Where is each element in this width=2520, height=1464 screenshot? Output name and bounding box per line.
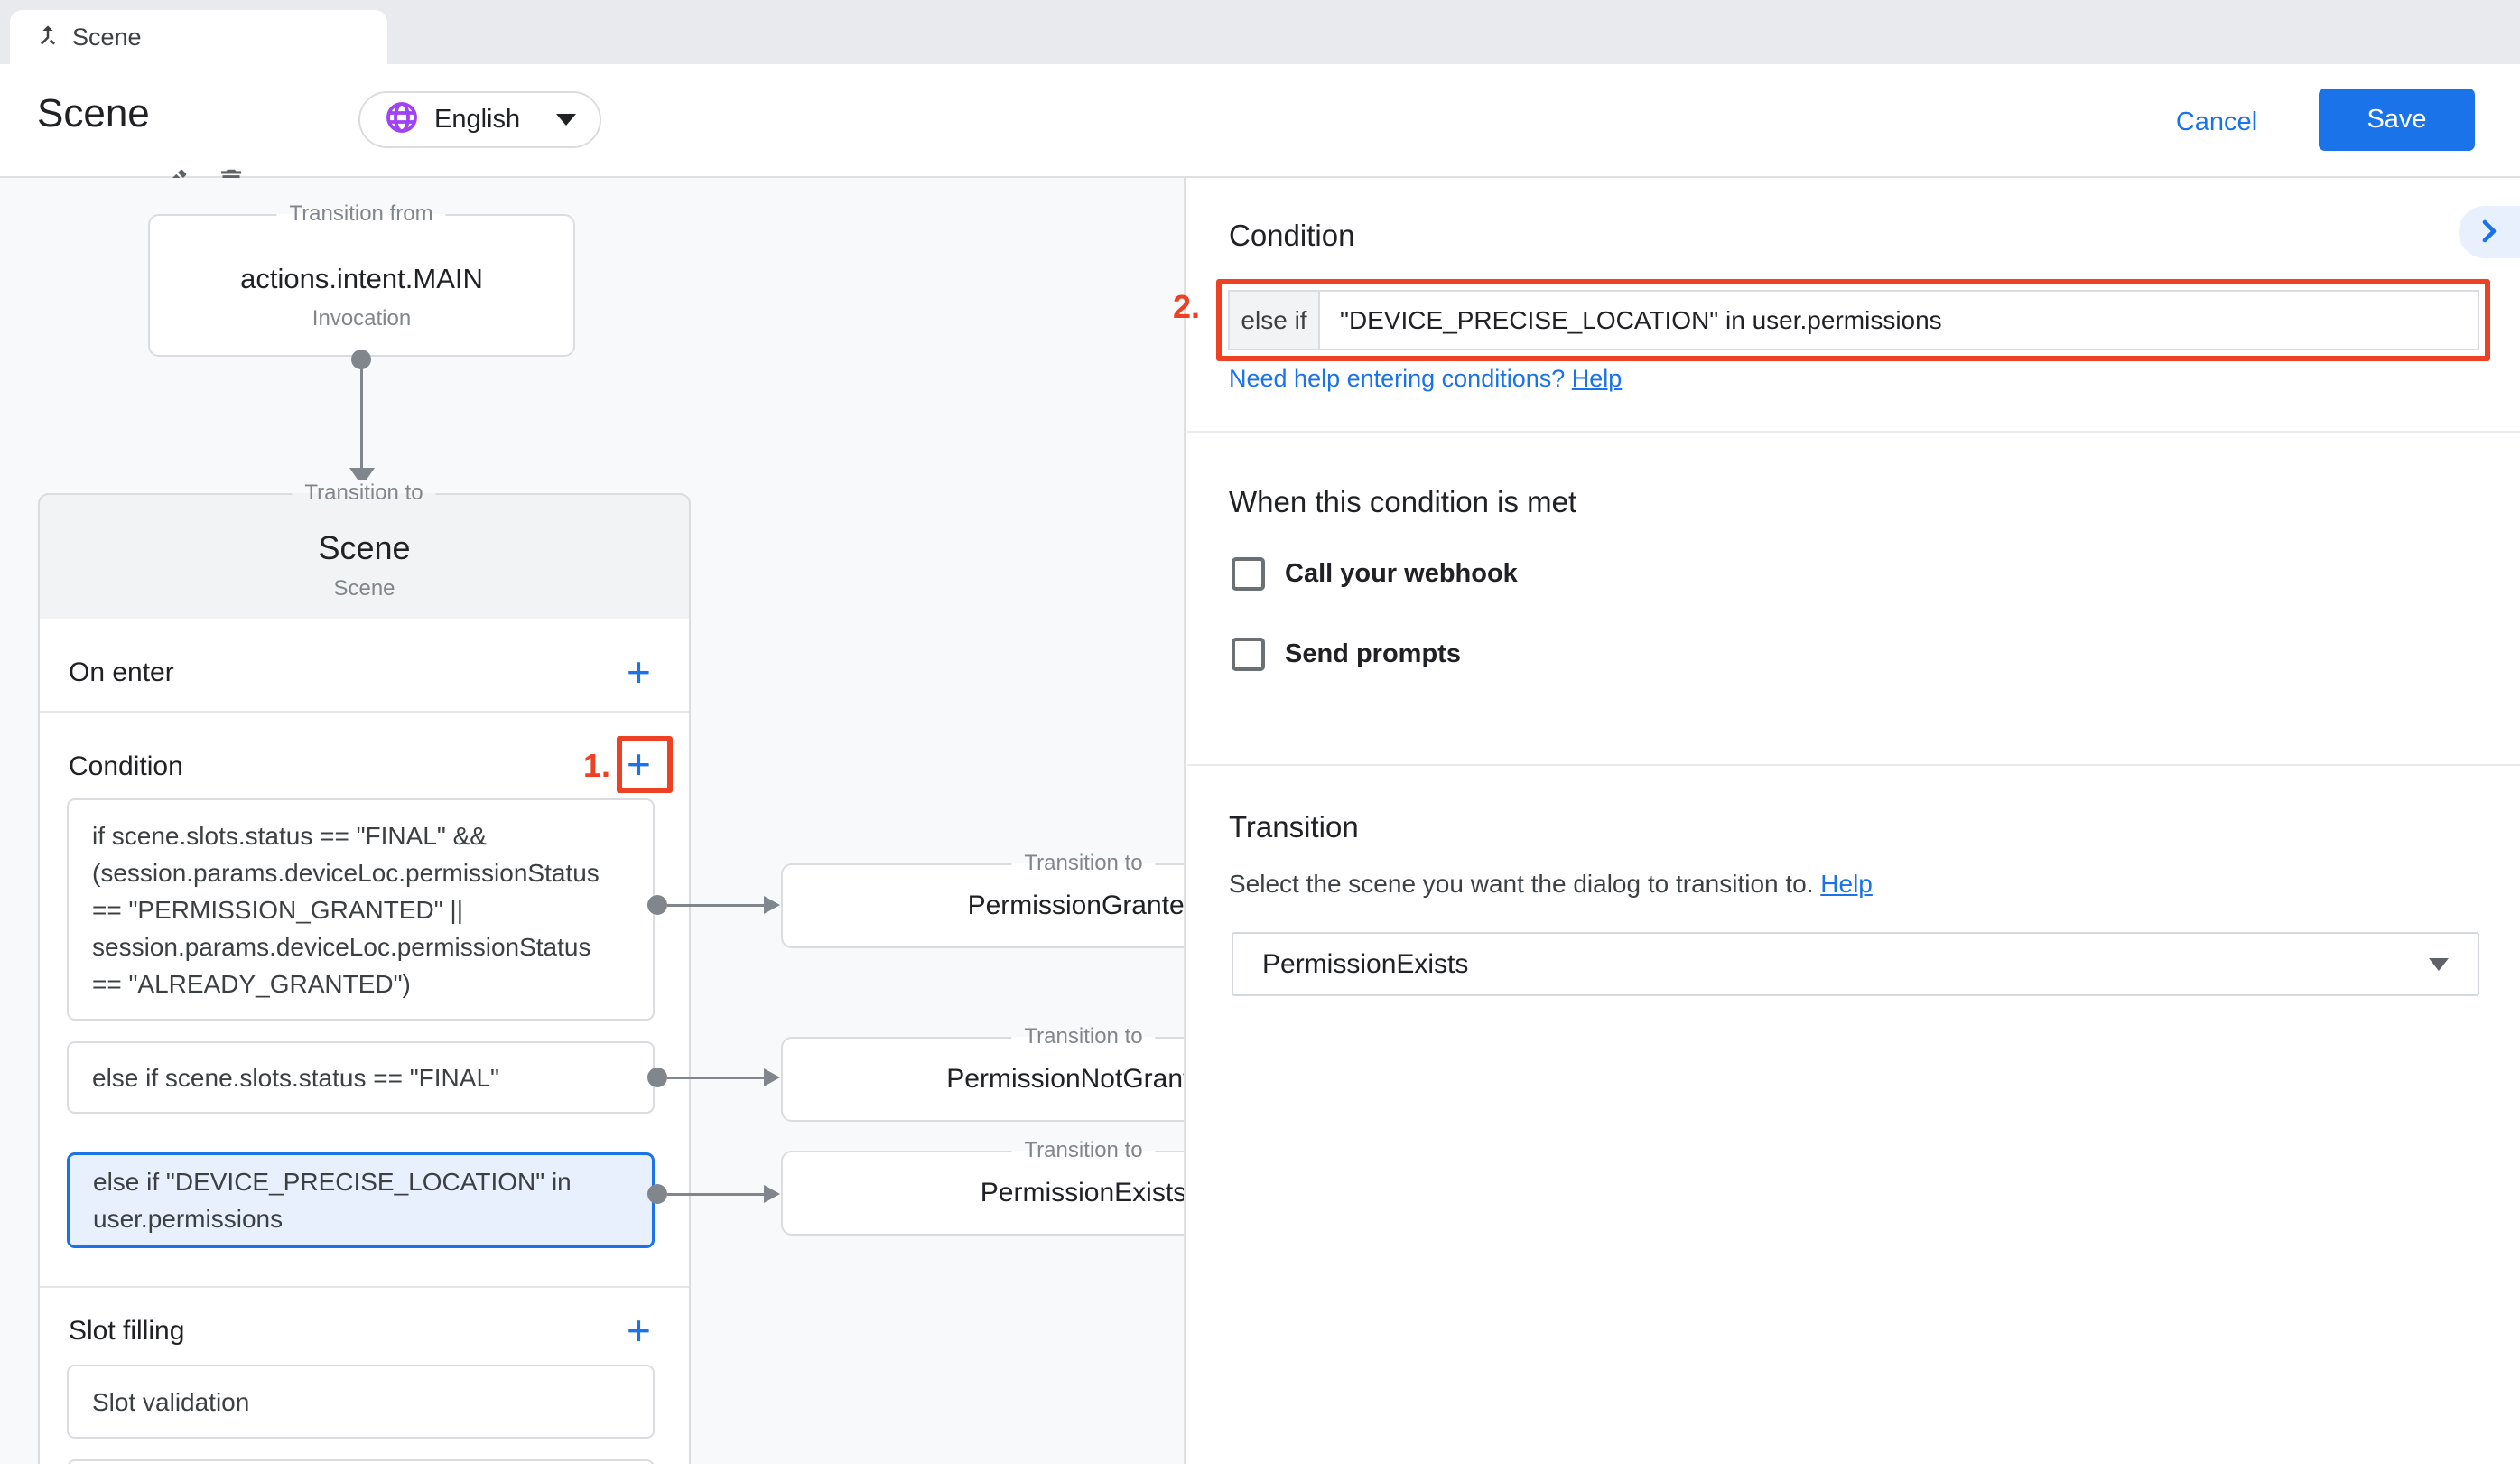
else-if-chip: else if	[1230, 292, 1320, 349]
language-selector[interactable]: English	[358, 91, 601, 148]
scene-select[interactable]: PermissionExists	[1232, 932, 2479, 996]
target-node-permission-not-granted[interactable]: PermissionNotGranted	[781, 1037, 1184, 1122]
prompts-checkbox-row: Send prompts	[1232, 638, 1461, 671]
help-prefix: Need help entering conditions?	[1229, 365, 1572, 392]
webhook-checkbox-label: Call your webhook	[1285, 559, 1518, 589]
merge-icon	[34, 22, 61, 53]
condition-input[interactable]	[1320, 292, 2478, 349]
slot-validation-item[interactable]: Slot validation	[67, 1365, 655, 1439]
on-enter-add-button[interactable]: +	[627, 651, 651, 693]
cancel-button[interactable]: Cancel	[2167, 100, 2266, 144]
target-legend: Transition to	[1011, 851, 1155, 876]
condition-item-1[interactable]: if scene.slots.status == "FINAL" && (ses…	[67, 798, 655, 1021]
connector-dot	[647, 1068, 667, 1087]
annotation-step2: 2.	[1173, 288, 1200, 326]
transition-subtitle-text: Select the scene you want the dialog to …	[1229, 870, 1820, 898]
caret-down-icon	[556, 114, 576, 126]
connector-dot	[647, 895, 667, 915]
transition-heading: Transition	[1229, 810, 1359, 844]
condition-panel: Condition 2. else if Need help entering …	[1184, 178, 2520, 1464]
condition-text: if scene.slots.status == "FINAL" && (ses…	[69, 817, 600, 1002]
transition-arrow	[667, 1077, 765, 1079]
slot-filling-label: Slot filling	[69, 1316, 184, 1347]
target-node-permission-granted[interactable]: PermissionGranted	[781, 863, 1184, 948]
webhook-checkbox[interactable]	[1232, 557, 1265, 591]
panel-condition-heading: Condition	[1229, 219, 1354, 253]
target-name: PermissionGranted	[968, 891, 1184, 921]
save-button[interactable]: Save	[2319, 89, 2475, 151]
condition-add-button[interactable]: +	[627, 743, 651, 785]
target-name: PermissionNotGranted	[946, 1064, 1184, 1095]
on-enter-label: On enter	[69, 657, 174, 688]
scene-node-header[interactable]: Scene Scene	[38, 493, 691, 619]
tab-label: Scene	[72, 23, 142, 51]
when-met-heading: When this condition is met	[1229, 485, 1576, 519]
header: Scene English Cancel Save	[0, 64, 2520, 178]
target-name: PermissionExists	[981, 1178, 1184, 1208]
condition-text: else if "DEVICE_PRECISE_LOCATION" in use…	[70, 1163, 572, 1237]
scene-tab[interactable]: Scene	[10, 10, 387, 64]
globe-icon	[384, 99, 420, 140]
webhook-checkbox-row: Call your webhook	[1232, 557, 1518, 591]
condition-editor-row: else if	[1228, 290, 2479, 350]
slot-validation-label: Slot validation	[69, 1384, 249, 1421]
transition-subtitle: Select the scene you want the dialog to …	[1229, 870, 1873, 899]
section-divider	[40, 1286, 689, 1288]
language-label: English	[434, 105, 542, 135]
flow-arrow-line	[360, 359, 363, 468]
chevron-right-icon	[2471, 213, 2507, 252]
intent-name: actions.intent.MAIN	[150, 263, 573, 295]
collapse-panel-button[interactable]	[2459, 206, 2520, 258]
tab-bar: Scene	[0, 0, 2520, 64]
condition-help-text: Need help entering conditions? Help	[1229, 365, 1622, 393]
connector-dot	[647, 1184, 667, 1204]
condition-item-2[interactable]: else if scene.slots.status == "FINAL"	[67, 1041, 655, 1114]
transition-from-node[interactable]: actions.intent.MAIN Invocation	[148, 214, 575, 357]
transition-to-legend: Transition to	[292, 480, 435, 506]
prompts-checkbox[interactable]	[1232, 638, 1265, 671]
partial-item	[67, 1459, 655, 1464]
flow-canvas: actions.intent.MAIN Invocation Transitio…	[0, 178, 1184, 1464]
scene-node-title: Scene	[40, 529, 689, 567]
transition-from-legend: Transition from	[276, 201, 445, 227]
scene-select-value: PermissionExists	[1262, 949, 2429, 980]
prompts-checkbox-label: Send prompts	[1285, 639, 1461, 669]
transition-help-link[interactable]: Help	[1820, 870, 1873, 898]
condition-help-link[interactable]: Help	[1572, 365, 1623, 392]
condition-item-3-selected[interactable]: else if "DEVICE_PRECISE_LOCATION" in use…	[67, 1152, 655, 1248]
target-legend: Transition to	[1011, 1138, 1155, 1163]
transition-arrow	[667, 1193, 765, 1196]
target-legend: Transition to	[1011, 1024, 1155, 1049]
panel-divider	[1187, 431, 2520, 433]
slot-filling-add-button[interactable]: +	[627, 1310, 651, 1351]
condition-text: else if scene.slots.status == "FINAL"	[69, 1059, 499, 1096]
condition-label: Condition	[69, 751, 183, 782]
transition-arrow	[667, 904, 765, 907]
target-node-permission-exists[interactable]: PermissionExists	[781, 1151, 1184, 1236]
section-divider	[40, 711, 689, 713]
intent-type: Invocation	[150, 306, 573, 331]
panel-divider	[1187, 764, 2520, 766]
scene-node-subtitle: Scene	[40, 576, 689, 601]
annotation-step1: 1.	[547, 747, 610, 785]
page-title: Scene	[37, 91, 150, 136]
select-caret-icon	[2429, 958, 2449, 971]
